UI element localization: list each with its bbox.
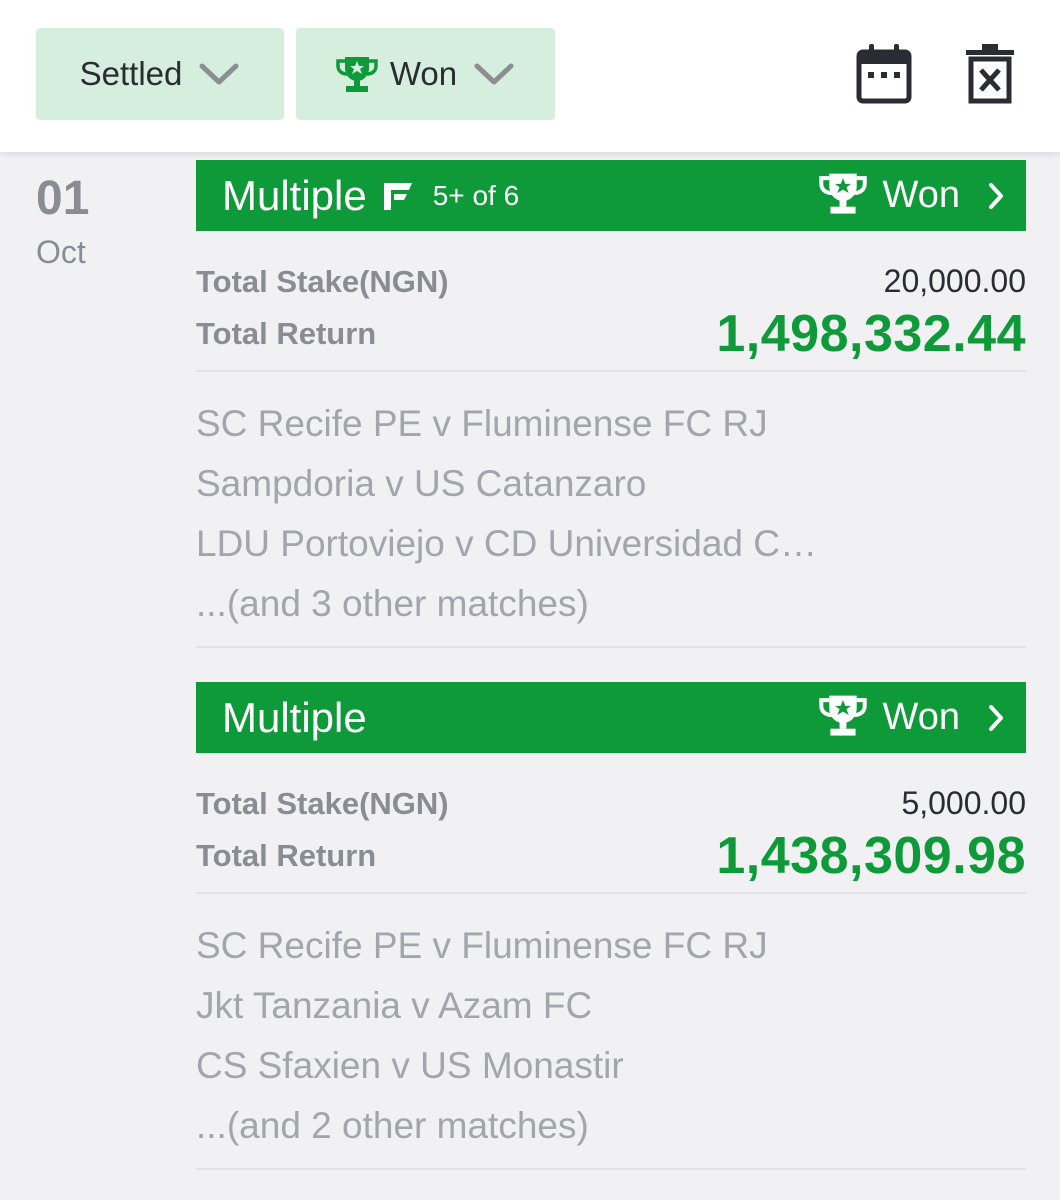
- match-item: Jkt Tanzania v Azam FC: [196, 985, 593, 1026]
- stake-value: 5,000.00: [901, 785, 1026, 821]
- bet-ticket[interactable]: Multiple 5+ of 6 Won Total Stake(NGN) 20…: [196, 160, 1026, 648]
- chevron-down-icon: [198, 61, 240, 87]
- outcome-filter-dropdown[interactable]: Won: [296, 28, 555, 120]
- stake-row: Total Stake(NGN) 5,000.00: [196, 785, 1026, 822]
- trophy-icon: [336, 55, 378, 93]
- match-item: SC Recife PE v Fluminense FC RJ: [196, 925, 768, 966]
- match-item: ...(and 2 other matches): [196, 1105, 589, 1146]
- stake-value: 20,000.00: [883, 263, 1026, 299]
- return-value: 1,498,332.44: [716, 305, 1026, 363]
- status-filter-label: Settled: [79, 55, 183, 92]
- chevron-right-icon: [988, 182, 1004, 210]
- calendar-button[interactable]: [854, 42, 914, 106]
- status-filter-dropdown[interactable]: Settled: [36, 28, 284, 120]
- ticket-header[interactable]: Multiple 5+ of 6 Won: [196, 160, 1026, 231]
- flex-rule-label: 5+ of 6: [432, 179, 520, 211]
- divider: [196, 646, 1026, 648]
- delete-icon: [960, 44, 1020, 110]
- bet-ticket[interactable]: Multiple Won Total Stake(NGN) 5,000.00 T…: [196, 682, 1026, 1170]
- chevron-down-icon: [473, 61, 515, 87]
- calendar-icon: [854, 44, 914, 110]
- match-list: SC Recife PE v Fluminense FC RJ Jkt Tanz…: [196, 894, 1026, 1156]
- stake-row: Total Stake(NGN) 20,000.00: [196, 263, 1026, 300]
- ticket-status: Won: [882, 696, 960, 738]
- return-label: Total Return: [196, 838, 377, 873]
- stake-label: Total Stake(NGN): [196, 785, 449, 821]
- match-item: Sampdoria v US Catanzaro: [196, 463, 647, 504]
- flex-icon: [381, 179, 415, 213]
- date-marker: 01 Oct: [36, 170, 89, 271]
- filter-bar: Settled Won: [0, 0, 1060, 152]
- trophy-icon: [818, 693, 867, 742]
- match-item: ...(and 3 other matches): [196, 583, 589, 624]
- return-row: Total Return 1,438,309.98: [196, 826, 1026, 886]
- match-list: SC Recife PE v Fluminense FC RJ Sampdori…: [196, 372, 1026, 634]
- chevron-right-icon: [988, 704, 1004, 732]
- trophy-icon: [818, 171, 867, 220]
- return-row: Total Return 1,498,332.44: [196, 304, 1026, 364]
- bet-type-label: Multiple: [222, 171, 367, 219]
- match-item: LDU Portoviejo v CD Universidad C…: [196, 523, 817, 564]
- delete-button[interactable]: [960, 42, 1020, 106]
- match-item: CS Sfaxien v US Monastir: [196, 1045, 624, 1086]
- return-label: Total Return: [196, 316, 377, 351]
- date-month: Oct: [36, 234, 86, 270]
- bet-type-label: Multiple: [222, 693, 367, 741]
- outcome-filter-label: Won: [389, 55, 458, 92]
- date-day: 01: [36, 172, 90, 225]
- divider: [196, 1168, 1026, 1170]
- return-value: 1,438,309.98: [716, 827, 1026, 885]
- ticket-status: Won: [882, 174, 960, 216]
- ticket-header[interactable]: Multiple Won: [196, 682, 1026, 753]
- match-item: SC Recife PE v Fluminense FC RJ: [196, 403, 768, 444]
- stake-label: Total Stake(NGN): [196, 263, 449, 299]
